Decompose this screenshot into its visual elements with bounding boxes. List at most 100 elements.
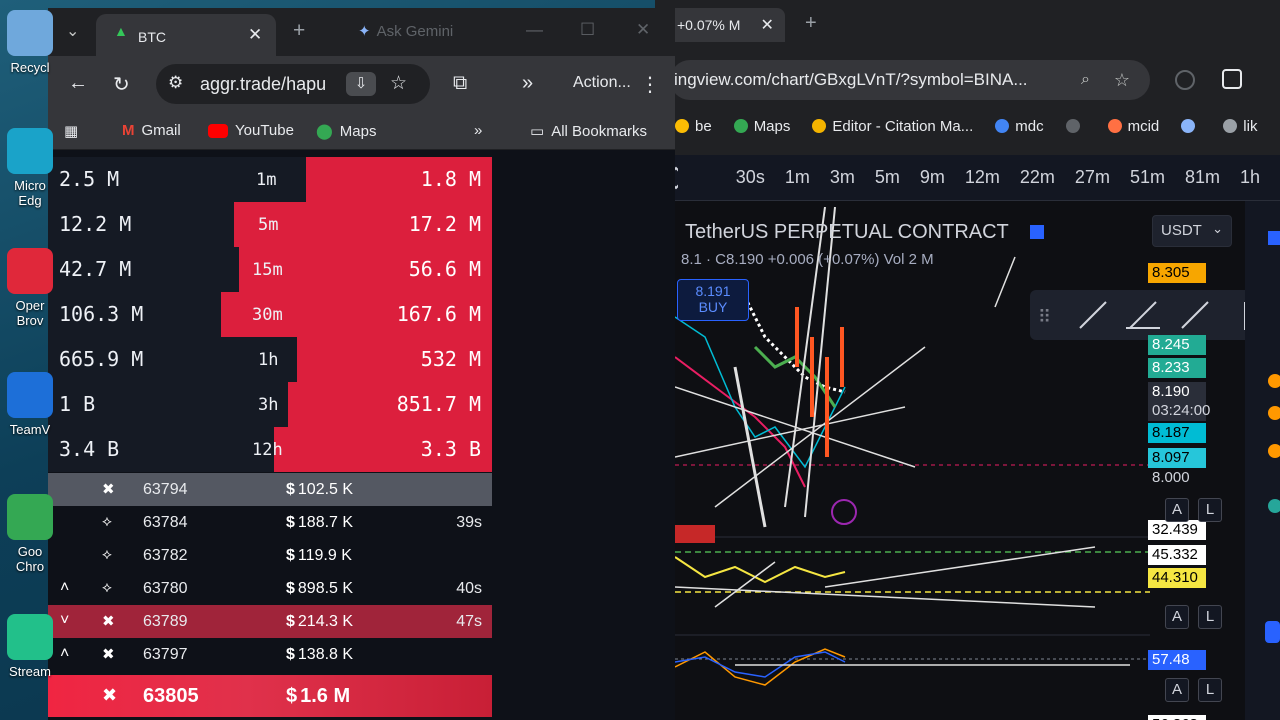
actions-menu-button[interactable]: Action... bbox=[573, 74, 631, 92]
bookmark-maps[interactable]: ⬤ Maps bbox=[316, 122, 376, 141]
close-window-icon[interactable]: ✕ bbox=[636, 20, 650, 40]
flag-icon[interactable] bbox=[1030, 225, 1044, 239]
bg-bookmark-item[interactable] bbox=[1181, 119, 1201, 133]
sell-volume: 56.6 M bbox=[408, 257, 481, 281]
bg-address-bar[interactable]: ingview.com/chart/GBxgLVnT/?symbol=BINA.… bbox=[670, 60, 1150, 100]
sell-volume: 532 M bbox=[420, 347, 481, 371]
lock-button[interactable]: L bbox=[1198, 605, 1222, 629]
new-tab-icon[interactable]: + bbox=[805, 12, 817, 35]
desktop-icon[interactable]: Recycl bbox=[4, 10, 56, 75]
bg-bookmark-item[interactable]: lik bbox=[1223, 118, 1257, 135]
minimize-icon[interactable]: — bbox=[526, 20, 543, 40]
price-label: 8.190 bbox=[1148, 382, 1206, 402]
trade-amount: $1.6 M bbox=[286, 685, 350, 708]
buy-volume: 2.5 M bbox=[59, 167, 120, 191]
gemini-sparkle-icon: ✦ bbox=[358, 23, 371, 40]
desktop-icon[interactable]: TeamV bbox=[4, 372, 56, 437]
bg-bookmark-item[interactable]: Editor - Citation Ma... bbox=[812, 118, 973, 135]
desktop-icon-label: Micro Edg bbox=[14, 178, 46, 208]
timeframe-button[interactable]: 81m bbox=[1185, 167, 1220, 188]
tab-btc[interactable]: ▲ BTC ✕ bbox=[96, 14, 276, 56]
timeframe-button[interactable]: 51m bbox=[1130, 167, 1165, 188]
youtube-icon bbox=[208, 123, 228, 138]
desktop-icon[interactable]: Goo Chro bbox=[4, 494, 56, 574]
address-bar[interactable]: ⚙ aggr.trade/hapu ⇩ ☆ bbox=[156, 64, 430, 104]
bg-bookmark-item[interactable] bbox=[1065, 119, 1086, 133]
apps-grid-icon[interactable]: ▦ bbox=[64, 122, 78, 140]
all-bookmarks[interactable]: ▭ All Bookmarks bbox=[530, 122, 647, 141]
sidebar-icons[interactable] bbox=[1245, 201, 1280, 720]
timeframe-button[interactable]: 9m bbox=[920, 167, 945, 188]
trade-row: ˄ ✖ 63797 $138.8 K bbox=[48, 638, 492, 671]
reload-icon[interactable]: ↻ bbox=[113, 72, 130, 97]
desktop-icon[interactable]: Stream bbox=[4, 614, 56, 679]
timeframe-button[interactable]: 1h bbox=[1240, 167, 1260, 188]
timeframe-button[interactable]: 27m bbox=[1075, 167, 1110, 188]
maximize-icon[interactable]: ☐ bbox=[580, 20, 595, 40]
buy-button[interactable]: 8.191 BUY bbox=[677, 279, 749, 321]
price-label: 8.000 bbox=[1148, 468, 1206, 488]
new-tab-icon[interactable]: + bbox=[293, 19, 305, 43]
currency-symbol: $ bbox=[286, 580, 295, 597]
timeframe-button[interactable]: 1m bbox=[785, 167, 810, 188]
kebab-menu-icon[interactable]: ⋮ bbox=[640, 72, 660, 97]
timeframe-label: 1m bbox=[256, 170, 277, 190]
app-icon bbox=[7, 614, 53, 660]
desktop-icon[interactable]: Micro Edg bbox=[4, 128, 56, 208]
lock-button[interactable]: L bbox=[1198, 498, 1222, 522]
trade-amount-value: 214.3 K bbox=[297, 613, 354, 630]
currency-symbol: $ bbox=[286, 547, 295, 564]
chevron-down-icon: ⌄ bbox=[1212, 221, 1223, 236]
bg-bookmark-item[interactable]: be bbox=[675, 118, 712, 135]
bg-bookmark-item[interactable]: mdc bbox=[995, 117, 1044, 135]
timeframe-button[interactable]: 22m bbox=[1020, 167, 1055, 188]
timeframe-button[interactable]: 12m bbox=[965, 167, 1000, 188]
tab-search-icon[interactable]: ⌄ bbox=[66, 21, 79, 41]
desktop-icon-label: Stream bbox=[9, 664, 51, 679]
install-app-icon[interactable]: ⇩ bbox=[346, 72, 376, 96]
bg-bookmark-item[interactable]: mcid bbox=[1107, 118, 1159, 135]
trade-price: 63789 bbox=[143, 613, 188, 630]
timeframe-label: 1h bbox=[258, 350, 279, 370]
desktop-icon-label: Oper Brov bbox=[15, 298, 45, 328]
bookmark-youtube[interactable]: YouTube bbox=[208, 122, 294, 139]
overflow-chevron-icon[interactable]: » bbox=[522, 72, 533, 95]
close-icon[interactable]: ✕ bbox=[760, 15, 773, 35]
bg-url-text: ingview.com/chart/GBxgLVnT/?symbol=BINA.… bbox=[674, 70, 1028, 89]
extensions-icon[interactable]: ⧉ bbox=[453, 72, 467, 95]
more-bookmarks-icon[interactable]: » bbox=[474, 122, 482, 139]
desktop-icon[interactable]: Oper Brov bbox=[4, 248, 56, 328]
drawing-tool-icons[interactable]: ⠿ bbox=[1030, 290, 1280, 340]
bg-bookmark-item[interactable]: Maps bbox=[733, 118, 790, 135]
alert-button[interactable]: A bbox=[1165, 605, 1189, 629]
trade-amount: $188.7 K bbox=[286, 514, 353, 532]
bookmark-star-icon[interactable]: ☆ bbox=[1114, 70, 1130, 91]
bookmark-star-icon[interactable]: ☆ bbox=[390, 72, 407, 95]
close-icon[interactable]: ✕ bbox=[248, 25, 262, 45]
price-label: 56.363 bbox=[1148, 715, 1206, 720]
timeframe-button[interactable]: 5m bbox=[875, 167, 900, 188]
timeframe-button[interactable]: 3m bbox=[830, 167, 855, 188]
tab-strip: ⌄ ▲ BTC ✕ + ✦ Ask Gemini — ☐ ✕ bbox=[48, 8, 675, 56]
bookmark-favicon-icon bbox=[812, 119, 827, 133]
stats-row: 12.2 M 5m 17.2 M bbox=[48, 202, 492, 247]
alert-button[interactable]: A bbox=[1165, 678, 1189, 702]
price-label: 03:24:00 bbox=[1148, 401, 1210, 421]
x-mark-icon: ✖ bbox=[102, 646, 115, 663]
sell-volume: 17.2 M bbox=[408, 212, 481, 236]
site-info-icon[interactable]: ⚙ bbox=[168, 73, 183, 93]
bg-bookmark-label: mdc bbox=[1015, 117, 1044, 135]
back-arrow-icon[interactable]: ← bbox=[68, 72, 88, 95]
price-label: 8.245 bbox=[1148, 335, 1206, 355]
aggr-content: 2.5 M 1m 1.8 M 12.2 M 5m 17.2 M 42.7 M 15m 56.6 … bbox=[48, 157, 675, 720]
timeframe-button[interactable]: 30s bbox=[736, 167, 765, 188]
bookmark-gmail[interactable]: M Gmail bbox=[122, 122, 181, 139]
lock-button[interactable]: L bbox=[1198, 678, 1222, 702]
buy-volume: 12.2 M bbox=[59, 212, 132, 236]
buy-price: 8.191 bbox=[695, 283, 731, 299]
ask-gemini-button[interactable]: ✦ Ask Gemini bbox=[358, 22, 453, 40]
currency-select[interactable]: USDT ⌄ bbox=[1152, 215, 1232, 247]
app-icon bbox=[7, 248, 53, 294]
alert-button[interactable]: A bbox=[1165, 498, 1189, 522]
zoom-icon[interactable]: ⌕ bbox=[1081, 71, 1090, 89]
